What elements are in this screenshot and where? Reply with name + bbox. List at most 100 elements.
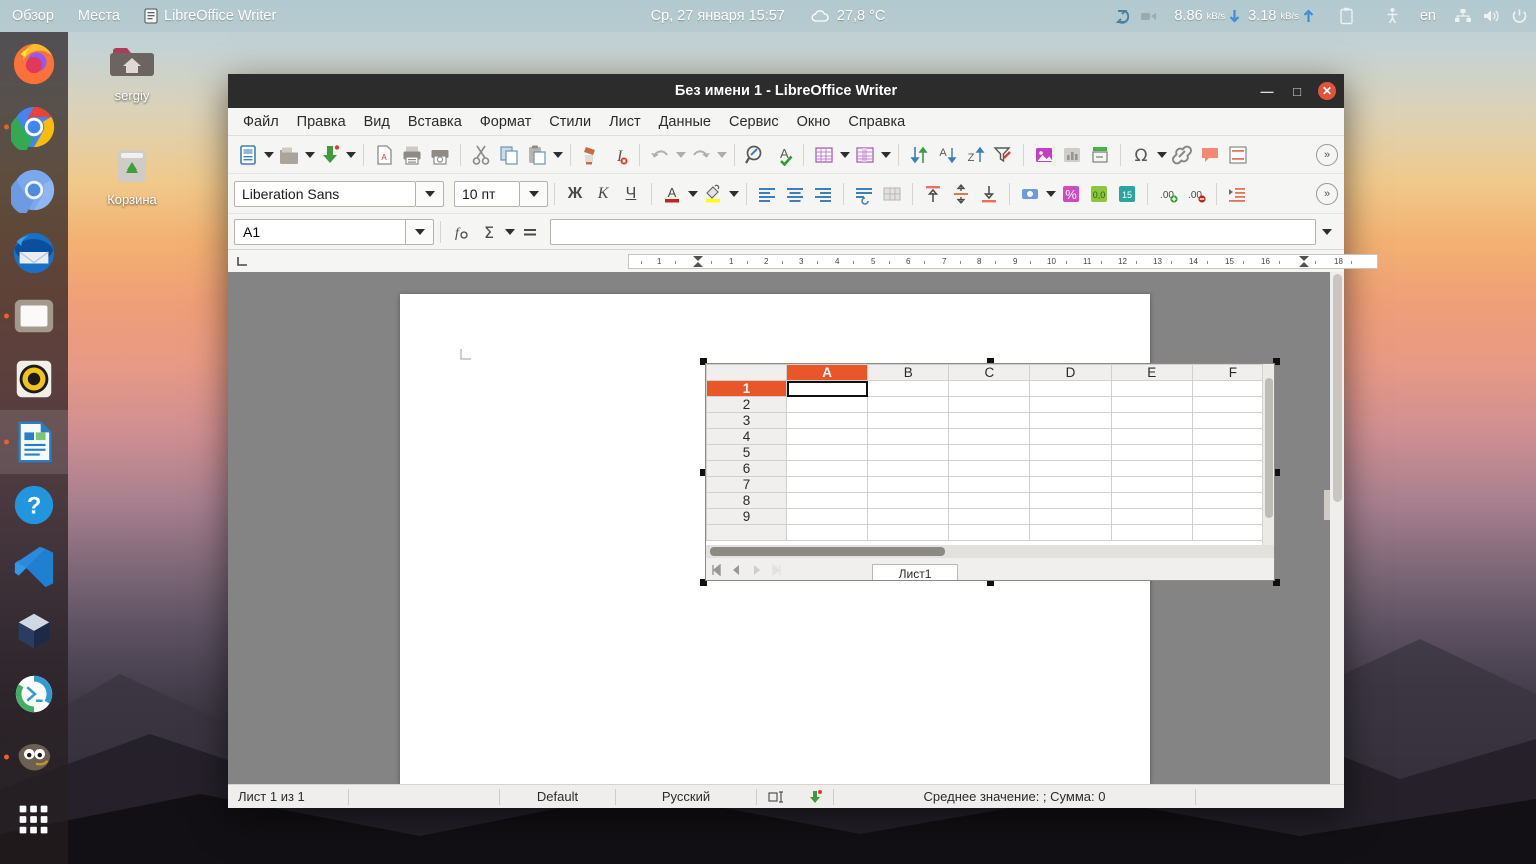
align-left-icon[interactable] (753, 180, 781, 208)
cell-e8[interactable] (1111, 493, 1192, 509)
sort-descending-icon[interactable]: Z (961, 141, 989, 169)
dock-item-remmina[interactable] (0, 663, 68, 726)
new-document-icon[interactable] (234, 141, 262, 169)
special-character-icon[interactable]: Ω (1127, 141, 1155, 169)
minimize-button[interactable]: — (1258, 82, 1276, 100)
undo-dropdown[interactable] (674, 141, 687, 169)
cell-c3[interactable] (949, 413, 1030, 429)
redo-dropdown[interactable] (715, 141, 728, 169)
sidebar-hide-handle[interactable] (1324, 490, 1330, 520)
cell-c8[interactable] (949, 493, 1030, 509)
dock-item-gimp[interactable] (0, 726, 68, 789)
special-character-dropdown[interactable] (1155, 141, 1168, 169)
font-size-dropdown[interactable] (520, 181, 548, 207)
number-format-icon[interactable] (1016, 180, 1044, 208)
format-number-icon[interactable]: 0,0 (1085, 180, 1113, 208)
insert-header-footer-icon[interactable] (1224, 141, 1252, 169)
indent-marker-icon[interactable] (691, 255, 705, 268)
row-header-2[interactable]: 2 (707, 397, 787, 413)
dock-item-chromium[interactable] (0, 158, 68, 221)
insert-table-dropdown[interactable] (838, 141, 851, 169)
increase-indent-icon[interactable] (1223, 180, 1251, 208)
name-box-dropdown[interactable] (406, 219, 434, 245)
cell-d3[interactable] (1030, 413, 1111, 429)
save-document-dropdown[interactable] (344, 141, 357, 169)
last-sheet-icon[interactable] (766, 560, 786, 580)
dock-item-files[interactable] (0, 284, 68, 347)
row-header-10[interactable] (707, 525, 787, 541)
menu-tools[interactable]: Сервис (720, 111, 788, 133)
dock-item-firefox[interactable] (0, 32, 68, 95)
menu-view[interactable]: Вид (355, 111, 399, 133)
cell-a8[interactable] (787, 493, 868, 509)
copy-icon[interactable] (495, 141, 523, 169)
cell-a10[interactable] (787, 525, 868, 541)
column-header-d[interactable]: D (1030, 365, 1111, 381)
cell-b3[interactable] (868, 413, 949, 429)
insert-hyperlink-icon[interactable] (1168, 141, 1196, 169)
tab-stop-selector-icon[interactable] (234, 253, 252, 269)
row-header-5[interactable]: 5 (707, 445, 787, 461)
first-sheet-icon[interactable] (706, 560, 726, 580)
cell-c7[interactable] (949, 477, 1030, 493)
column-header-b[interactable]: B (868, 365, 949, 381)
align-center-vertical-icon[interactable] (947, 180, 975, 208)
insert-chart-icon[interactable] (1058, 141, 1086, 169)
cell-b5[interactable] (868, 445, 949, 461)
dock-item-libreoffice-writer[interactable] (0, 410, 68, 473)
cell-d10[interactable] (1030, 525, 1111, 541)
cell-e9[interactable] (1111, 509, 1192, 525)
spreadsheet-horizontal-scrollbar[interactable] (706, 545, 1274, 558)
font-size-input[interactable]: 10 пт (454, 181, 520, 207)
menu-styles[interactable]: Стили (540, 111, 600, 133)
dock-item-google-chrome[interactable] (0, 95, 68, 158)
cell-a7[interactable] (787, 477, 868, 493)
cell-a6[interactable] (787, 461, 868, 477)
dock-item-rhythmbox[interactable] (0, 347, 68, 410)
column-header-e[interactable]: E (1111, 365, 1192, 381)
menu-format[interactable]: Формат (471, 111, 541, 133)
redo-icon[interactable] (687, 141, 715, 169)
paste-dropdown[interactable] (551, 141, 564, 169)
cell-a9[interactable] (787, 509, 868, 525)
cell-d8[interactable] (1030, 493, 1111, 509)
spreadsheet-vertical-scrollbar[interactable] (1262, 364, 1274, 545)
cell-b1[interactable] (868, 381, 949, 397)
cell-c1[interactable] (949, 381, 1030, 397)
wrap-text-icon[interactable] (850, 180, 878, 208)
dock-item-visual-studio-code[interactable] (0, 537, 68, 600)
sort-ascending-icon[interactable]: A (933, 141, 961, 169)
column-header-c[interactable]: C (949, 365, 1030, 381)
highlight-color-icon[interactable] (699, 180, 727, 208)
sheet-tab[interactable]: Лист1 (872, 564, 958, 581)
print-preview-icon[interactable] (426, 141, 454, 169)
save-document-icon[interactable] (316, 141, 344, 169)
cell-e4[interactable] (1111, 429, 1192, 445)
cell-c5[interactable] (949, 445, 1030, 461)
zoom-area[interactable] (1196, 785, 1344, 809)
insert-columns-dropdown[interactable] (879, 141, 892, 169)
language-status[interactable]: Русский (616, 785, 756, 809)
sum-icon[interactable]: Σ (475, 218, 503, 246)
desktop-icon-home-folder[interactable]: sergiy (84, 36, 180, 103)
menu-sheet[interactable]: Лист (600, 111, 650, 133)
dock-item-virtualbox[interactable] (0, 600, 68, 663)
row-header-7[interactable]: 7 (707, 477, 787, 493)
insert-comment-icon[interactable] (1196, 141, 1224, 169)
cell-d7[interactable] (1030, 477, 1111, 493)
paste-icon[interactable] (523, 141, 551, 169)
align-top-icon[interactable] (919, 180, 947, 208)
activities-overview-button[interactable]: Обзор (0, 0, 66, 32)
formula-bar-expand[interactable] (1316, 229, 1338, 235)
format-percent-icon[interactable]: % (1057, 180, 1085, 208)
select-all-corner[interactable] (707, 365, 787, 381)
network-icon[interactable] (1450, 0, 1476, 32)
previous-sheet-icon[interactable] (726, 560, 746, 580)
row-header-1[interactable]: 1 (707, 381, 787, 397)
desktop-icon-trash[interactable]: Корзина (84, 140, 180, 207)
font-name-input[interactable]: Liberation Sans (234, 181, 416, 207)
weather-indicator[interactable]: 27,8 °C (811, 0, 886, 32)
formatting-toolbar-overflow[interactable]: » (1316, 183, 1338, 205)
align-center-icon[interactable] (781, 180, 809, 208)
scrollbar-thumb[interactable] (710, 547, 945, 556)
